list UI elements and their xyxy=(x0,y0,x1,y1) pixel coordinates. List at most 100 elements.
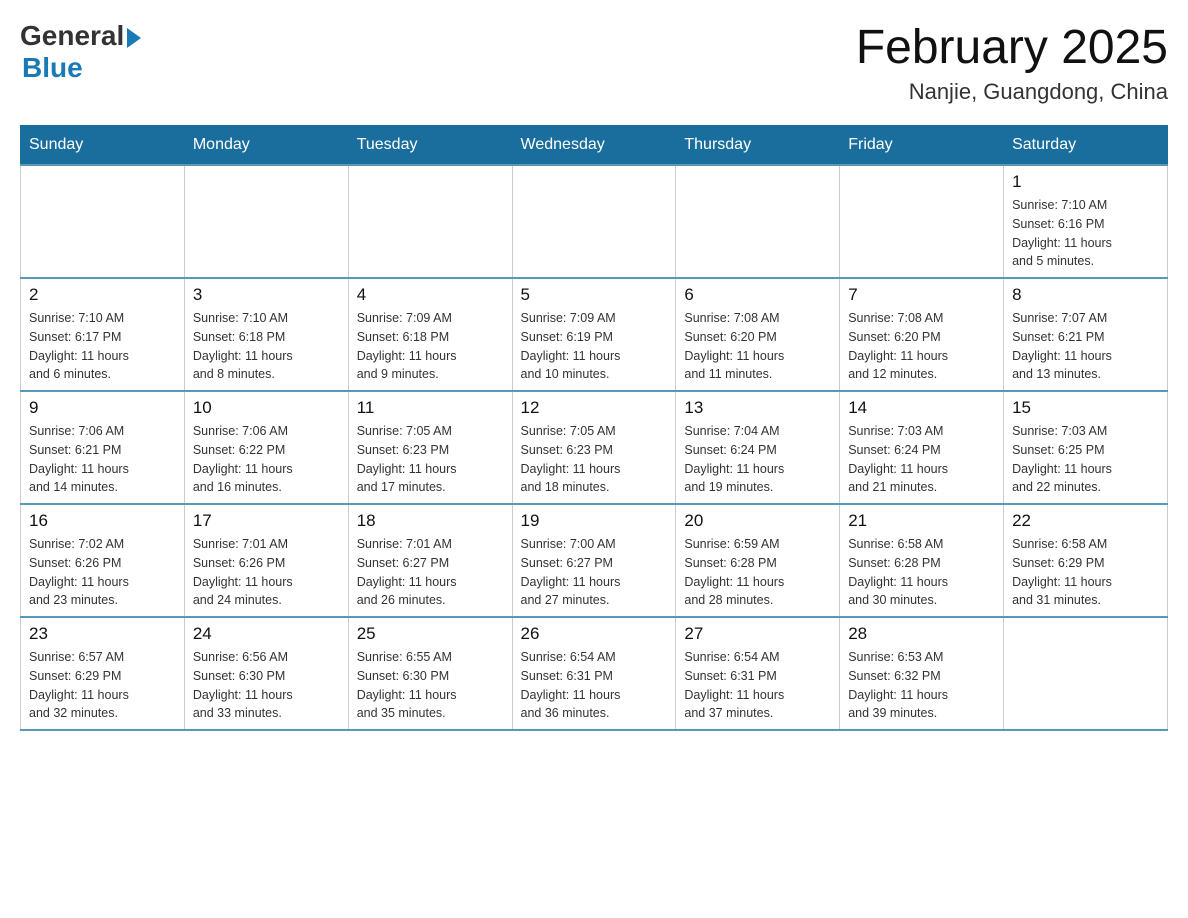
day-number: 12 xyxy=(521,398,668,418)
calendar-cell: 7 Sunrise: 7:08 AMSunset: 6:20 PMDaylight… xyxy=(840,278,1004,391)
day-info: Sunrise: 6:54 AMSunset: 6:31 PMDaylight:… xyxy=(521,648,668,723)
calendar-cell: 20 Sunrise: 6:59 AMSunset: 6:28 PMDayligh… xyxy=(676,504,840,617)
calendar-cell: 17 Sunrise: 7:01 AMSunset: 6:26 PMDayligh… xyxy=(184,504,348,617)
weekday-header-thursday: Thursday xyxy=(676,126,840,166)
calendar-cell: 22Sunrise: 6:58 AMSunset: 6:29 PMDayligh… xyxy=(1004,504,1168,617)
calendar-cell: 6 Sunrise: 7:08 AMSunset: 6:20 PMDaylight… xyxy=(676,278,840,391)
day-info: Sunrise: 6:54 AMSunset: 6:31 PMDaylight:… xyxy=(684,648,831,723)
day-number: 16 xyxy=(29,511,176,531)
calendar-table: SundayMondayTuesdayWednesdayThursdayFrid… xyxy=(20,125,1168,731)
day-info: Sunrise: 7:00 AMSunset: 6:27 PMDaylight:… xyxy=(521,535,668,610)
day-info: Sunrise: 7:03 AMSunset: 6:25 PMDaylight:… xyxy=(1012,422,1159,497)
weekday-header-monday: Monday xyxy=(184,126,348,166)
calendar-cell xyxy=(348,165,512,278)
day-number: 7 xyxy=(848,285,995,305)
day-number: 8 xyxy=(1012,285,1159,305)
calendar-cell: 11 Sunrise: 7:05 AMSunset: 6:23 PMDayligh… xyxy=(348,391,512,504)
day-number: 2 xyxy=(29,285,176,305)
day-info: Sunrise: 7:02 AMSunset: 6:26 PMDaylight:… xyxy=(29,535,176,610)
day-number: 14 xyxy=(848,398,995,418)
day-info: Sunrise: 7:06 AMSunset: 6:22 PMDaylight:… xyxy=(193,422,340,497)
day-number: 13 xyxy=(684,398,831,418)
day-number: 1 xyxy=(1012,172,1159,192)
day-number: 4 xyxy=(357,285,504,305)
weekday-header-wednesday: Wednesday xyxy=(512,126,676,166)
day-info: Sunrise: 6:55 AMSunset: 6:30 PMDaylight:… xyxy=(357,648,504,723)
day-info: Sunrise: 7:07 AMSunset: 6:21 PMDaylight:… xyxy=(1012,309,1159,384)
weekday-header-tuesday: Tuesday xyxy=(348,126,512,166)
calendar-cell xyxy=(676,165,840,278)
calendar-week-row: 16 Sunrise: 7:02 AMSunset: 6:26 PMDayligh… xyxy=(21,504,1168,617)
day-number: 25 xyxy=(357,624,504,644)
calendar-cell: 18 Sunrise: 7:01 AMSunset: 6:27 PMDayligh… xyxy=(348,504,512,617)
calendar-cell: 12 Sunrise: 7:05 AMSunset: 6:23 PMDayligh… xyxy=(512,391,676,504)
day-info: Sunrise: 7:09 AMSunset: 6:18 PMDaylight:… xyxy=(357,309,504,384)
calendar-cell: 27 Sunrise: 6:54 AMSunset: 6:31 PMDayligh… xyxy=(676,617,840,730)
day-number: 6 xyxy=(684,285,831,305)
calendar-cell: 23Sunrise: 6:57 AMSunset: 6:29 PMDayligh… xyxy=(21,617,185,730)
day-number: 10 xyxy=(193,398,340,418)
day-number: 24 xyxy=(193,624,340,644)
calendar-cell xyxy=(21,165,185,278)
title-section: February 2025 Nanjie, Guangdong, China xyxy=(856,20,1168,105)
day-info: Sunrise: 7:05 AMSunset: 6:23 PMDaylight:… xyxy=(357,422,504,497)
day-number: 17 xyxy=(193,511,340,531)
day-info: Sunrise: 7:08 AMSunset: 6:20 PMDaylight:… xyxy=(684,309,831,384)
calendar-cell: 8 Sunrise: 7:07 AMSunset: 6:21 PMDaylight… xyxy=(1004,278,1168,391)
calendar-cell: 24 Sunrise: 6:56 AMSunset: 6:30 PMDayligh… xyxy=(184,617,348,730)
day-info: Sunrise: 7:09 AMSunset: 6:19 PMDaylight:… xyxy=(521,309,668,384)
calendar-cell: 16 Sunrise: 7:02 AMSunset: 6:26 PMDayligh… xyxy=(21,504,185,617)
calendar-cell: 10 Sunrise: 7:06 AMSunset: 6:22 PMDayligh… xyxy=(184,391,348,504)
day-info: Sunrise: 7:04 AMSunset: 6:24 PMDaylight:… xyxy=(684,422,831,497)
day-info: Sunrise: 7:05 AMSunset: 6:23 PMDaylight:… xyxy=(521,422,668,497)
calendar-header-row: SundayMondayTuesdayWednesdayThursdayFrid… xyxy=(21,126,1168,166)
day-number: 3 xyxy=(193,285,340,305)
calendar-cell: 19 Sunrise: 7:00 AMSunset: 6:27 PMDayligh… xyxy=(512,504,676,617)
day-info: Sunrise: 7:01 AMSunset: 6:27 PMDaylight:… xyxy=(357,535,504,610)
calendar-cell: 28 Sunrise: 6:53 AMSunset: 6:32 PMDayligh… xyxy=(840,617,1004,730)
calendar-cell xyxy=(184,165,348,278)
day-info: Sunrise: 7:03 AMSunset: 6:24 PMDaylight:… xyxy=(848,422,995,497)
calendar-cell xyxy=(1004,617,1168,730)
day-info: Sunrise: 6:58 AMSunset: 6:28 PMDaylight:… xyxy=(848,535,995,610)
logo: General Blue xyxy=(20,20,141,84)
calendar-week-row: 1Sunrise: 7:10 AMSunset: 6:16 PMDaylight… xyxy=(21,165,1168,278)
calendar-week-row: 23Sunrise: 6:57 AMSunset: 6:29 PMDayligh… xyxy=(21,617,1168,730)
day-number: 18 xyxy=(357,511,504,531)
day-number: 20 xyxy=(684,511,831,531)
calendar-cell: 14 Sunrise: 7:03 AMSunset: 6:24 PMDayligh… xyxy=(840,391,1004,504)
calendar-week-row: 9 Sunrise: 7:06 AMSunset: 6:21 PMDaylight… xyxy=(21,391,1168,504)
day-number: 15 xyxy=(1012,398,1159,418)
day-number: 23 xyxy=(29,624,176,644)
day-number: 19 xyxy=(521,511,668,531)
logo-blue-text: Blue xyxy=(22,52,83,84)
weekday-header-saturday: Saturday xyxy=(1004,126,1168,166)
day-info: Sunrise: 7:08 AMSunset: 6:20 PMDaylight:… xyxy=(848,309,995,384)
weekday-header-friday: Friday xyxy=(840,126,1004,166)
logo-general-text: General xyxy=(20,20,124,52)
day-number: 11 xyxy=(357,398,504,418)
day-number: 22 xyxy=(1012,511,1159,531)
day-info: Sunrise: 6:56 AMSunset: 6:30 PMDaylight:… xyxy=(193,648,340,723)
calendar-cell: 15 Sunrise: 7:03 AMSunset: 6:25 PMDayligh… xyxy=(1004,391,1168,504)
day-number: 27 xyxy=(684,624,831,644)
logo-arrow-icon xyxy=(127,28,141,48)
day-info: Sunrise: 7:06 AMSunset: 6:21 PMDaylight:… xyxy=(29,422,176,497)
day-info: Sunrise: 6:59 AMSunset: 6:28 PMDaylight:… xyxy=(684,535,831,610)
day-number: 28 xyxy=(848,624,995,644)
calendar-cell xyxy=(840,165,1004,278)
calendar-cell: 13 Sunrise: 7:04 AMSunset: 6:24 PMDayligh… xyxy=(676,391,840,504)
calendar-cell xyxy=(512,165,676,278)
calendar-cell: 25 Sunrise: 6:55 AMSunset: 6:30 PMDayligh… xyxy=(348,617,512,730)
calendar-cell: 9 Sunrise: 7:06 AMSunset: 6:21 PMDaylight… xyxy=(21,391,185,504)
calendar-cell: 4 Sunrise: 7:09 AMSunset: 6:18 PMDaylight… xyxy=(348,278,512,391)
day-number: 21 xyxy=(848,511,995,531)
day-info: Sunrise: 6:53 AMSunset: 6:32 PMDaylight:… xyxy=(848,648,995,723)
day-number: 9 xyxy=(29,398,176,418)
calendar-week-row: 2 Sunrise: 7:10 AMSunset: 6:17 PMDaylight… xyxy=(21,278,1168,391)
day-info: Sunrise: 7:01 AMSunset: 6:26 PMDaylight:… xyxy=(193,535,340,610)
day-info: Sunrise: 7:10 AMSunset: 6:17 PMDaylight:… xyxy=(29,309,176,384)
calendar-cell: 2 Sunrise: 7:10 AMSunset: 6:17 PMDaylight… xyxy=(21,278,185,391)
location-title: Nanjie, Guangdong, China xyxy=(856,79,1168,105)
month-title: February 2025 xyxy=(856,20,1168,75)
